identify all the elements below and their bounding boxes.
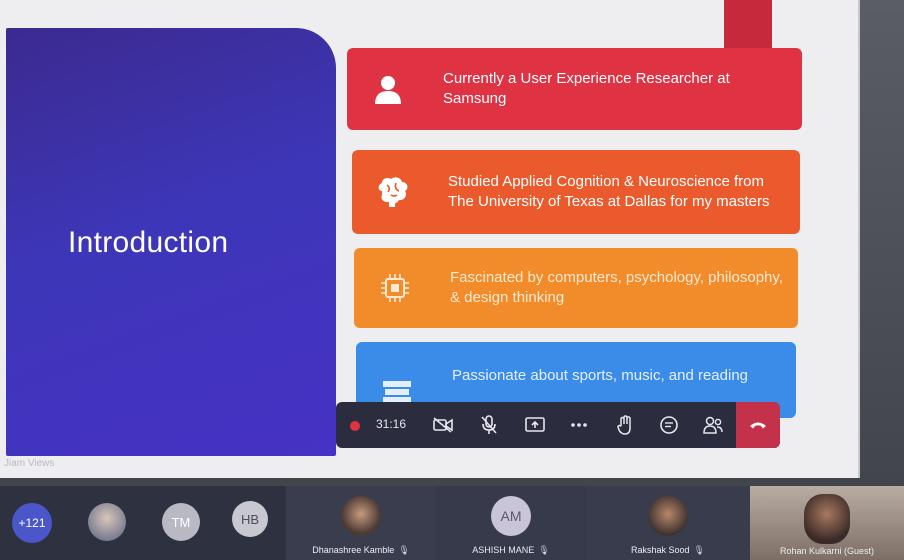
participant-tile[interactable]: Dhanashree Kamble 🎙 [286,486,436,560]
meeting-window: Introduction Currently a User Experience… [0,0,904,560]
mic-off-icon: 🎙 [693,545,705,555]
meeting-control-bar: 31:16 [336,402,780,448]
recording-icon [350,421,360,431]
meeting-timer: 31:16 [376,417,407,431]
slide-caption: Jiam Views [4,458,55,469]
intro-card-text: Currently a User Experience Researcher a… [443,70,730,107]
slide-accent-bar [724,0,772,48]
participant-tile[interactable]: AM ASHISH MANE 🎙 [436,486,586,560]
participant-name: ASHISH MANE [472,545,535,555]
participant-name: Rohan Kulkarni (Guest) [779,546,875,556]
intro-card-text: Studied Applied Cognition & Neuroscience… [448,173,770,210]
hangup-icon [750,422,766,429]
user-icon [367,68,409,110]
chip-icon [374,267,416,309]
participant-photo [648,496,688,536]
hangup-button[interactable] [736,402,780,448]
chat-icon[interactable] [654,410,684,440]
avatar[interactable] [88,503,126,541]
intro-card-2: Studied Applied Cognition & Neuroscience… [352,150,800,234]
participant-name: Dhanashree Kamble [312,545,395,555]
intro-card-text: Passionate about sports, music, and read… [452,367,749,384]
mic-off-icon[interactable] [474,410,504,440]
avatar[interactable]: TM [162,503,200,541]
avatar[interactable]: HB [232,501,268,537]
participant-photo [341,496,381,536]
participant-initials: AM [491,496,531,536]
intro-card-1: Currently a User Experience Researcher a… [347,48,802,130]
mic-off-icon: 🎙 [538,545,550,555]
participant-video [804,494,850,544]
intro-card-3: Fascinated by computers, psychology, phi… [354,248,798,328]
more-participants-button[interactable]: +121 [12,503,52,543]
participant-video-tile[interactable]: Rohan Kulkarni (Guest) [750,486,904,560]
slide-title: Introduction [68,226,229,259]
more-icon[interactable] [564,410,594,440]
participants-icon[interactable] [698,410,728,440]
share-screen-icon[interactable] [520,410,550,440]
brain-icon [372,171,414,213]
intro-card-text: Fascinated by computers, psychology, phi… [450,269,783,306]
mic-off-icon: 🎙 [398,545,410,555]
camera-off-icon[interactable] [428,410,458,440]
participant-strip: +121 TM HB Dhanashree Kamble 🎙 AM ASHISH … [0,486,904,560]
participant-name: Rakshak Sood [631,545,690,555]
raise-hand-icon[interactable] [610,410,640,440]
participant-tile[interactable]: Rakshak Sood 🎙 [586,486,750,560]
